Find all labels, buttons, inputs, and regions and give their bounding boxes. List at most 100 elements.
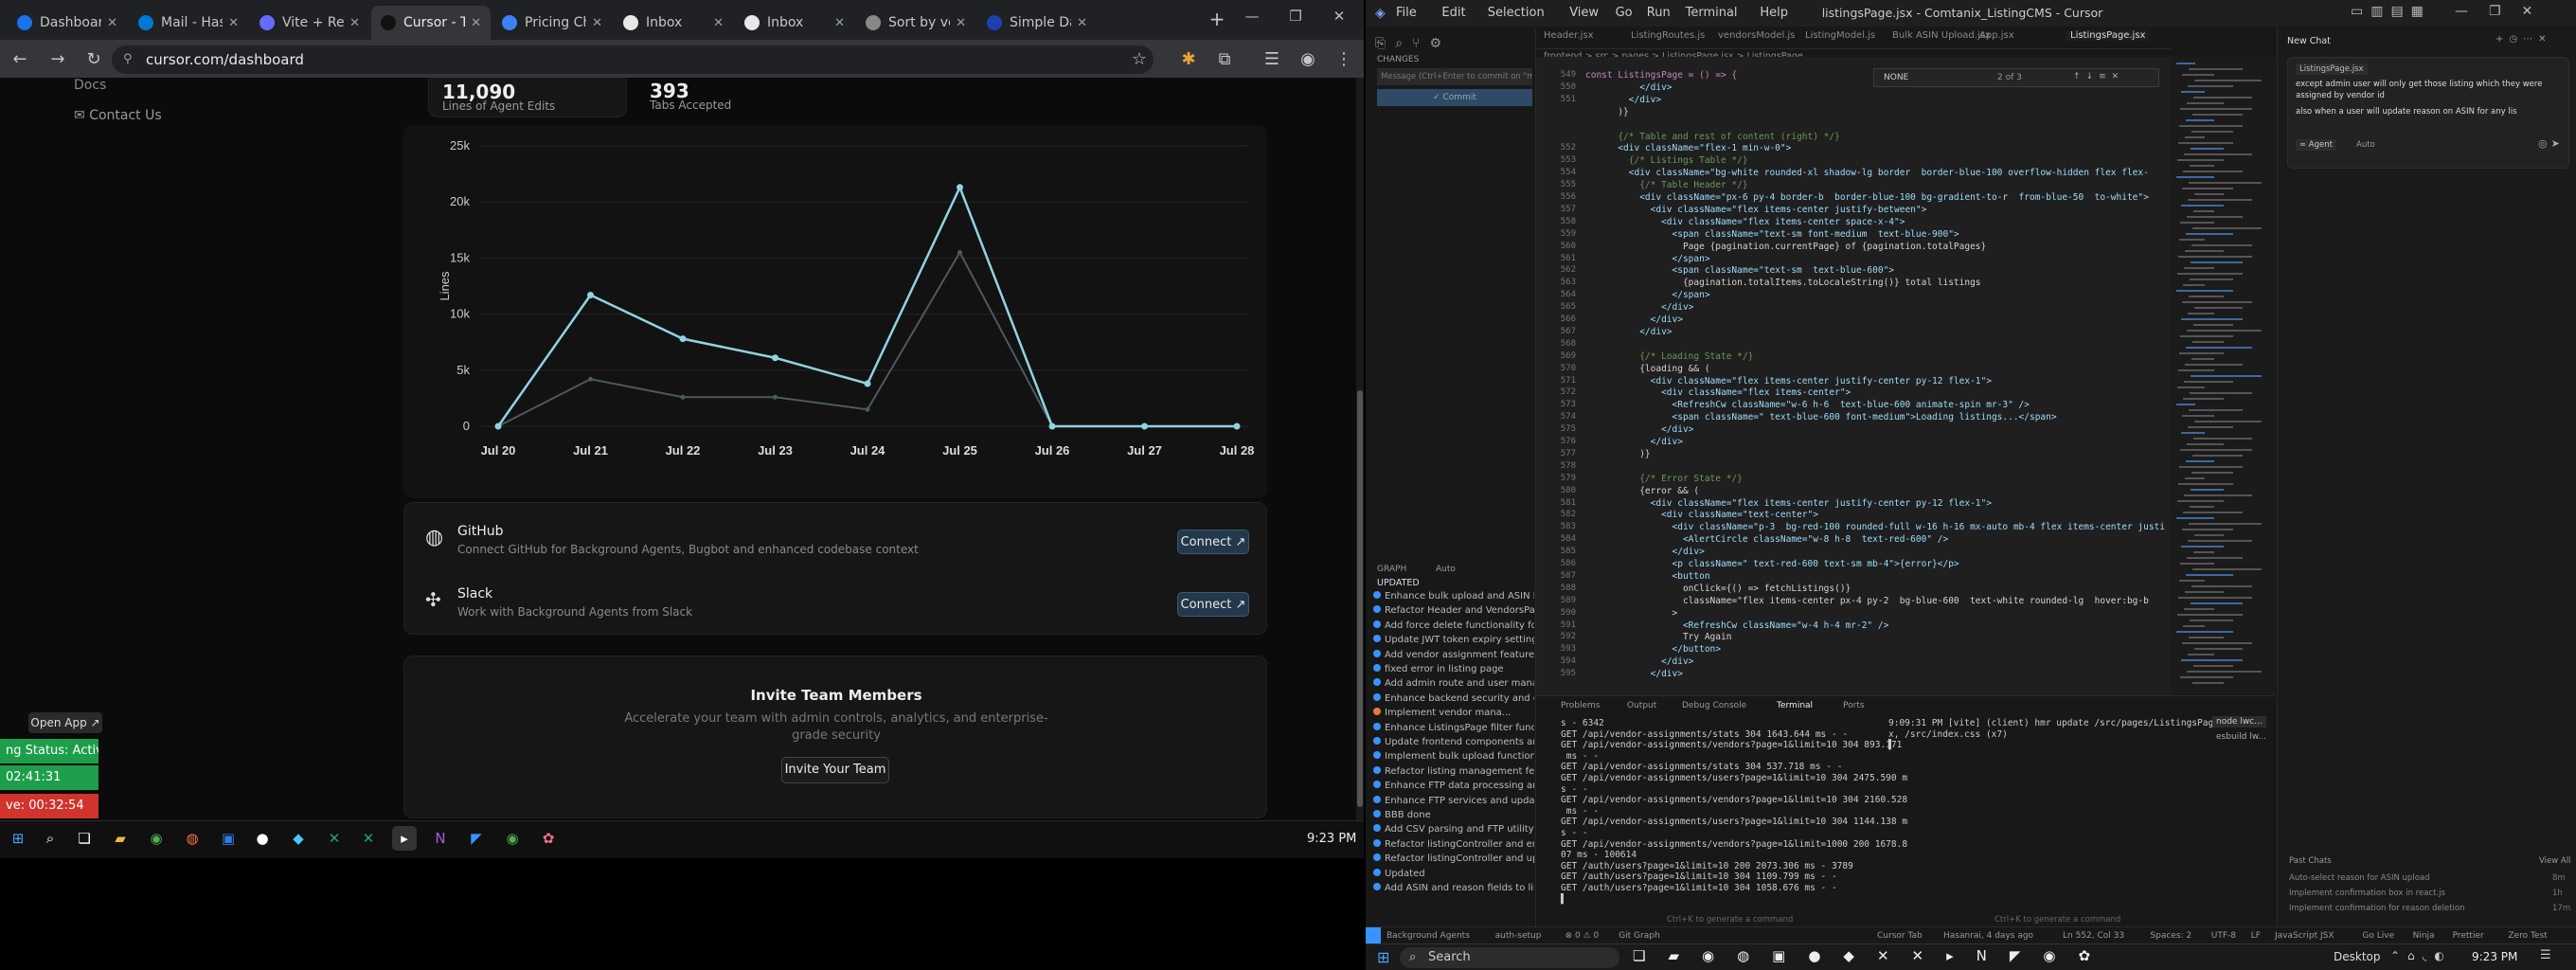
data-point[interactable] (494, 422, 502, 430)
status-item[interactable]: Git Graph (1619, 931, 1659, 941)
status-item[interactable]: JavaScript JSX (2275, 931, 2334, 941)
panel-tab-output[interactable]: Output (1627, 701, 1656, 710)
data-point[interactable] (772, 354, 778, 362)
status-item[interactable]: Go Live (2362, 931, 2394, 941)
terminal-list-item[interactable]: node lwc... (2212, 716, 2266, 728)
site-info-icon[interactable]: ⚲ (123, 52, 133, 66)
commit-item[interactable]: Implement vendor mana... (1373, 708, 1534, 722)
commit-item[interactable]: Refactor Header and VendorsPage com... (1373, 605, 1534, 620)
menu-go[interactable]: Go (1616, 6, 1633, 20)
commit-item[interactable]: Enhance FTP services and update distri..… (1373, 795, 1534, 810)
task-view-icon[interactable]: ❏ (72, 826, 97, 851)
commit-item[interactable]: Add admin route and user managemen... (1373, 678, 1534, 692)
menu-selection[interactable]: Selection (1488, 6, 1545, 20)
back-icon[interactable]: ← (8, 47, 32, 72)
tab-close-icon[interactable]: ✕ (471, 16, 481, 30)
tab-close-icon[interactable]: ✕ (713, 16, 724, 30)
data-point[interactable] (957, 184, 963, 191)
onenote-icon[interactable]: N (428, 826, 453, 851)
browser-tab[interactable]: Sort by ven ✕ (856, 6, 975, 40)
windows-start-icon[interactable]: ⊞ (1377, 948, 1389, 966)
excel-icon[interactable]: ✕ (322, 826, 347, 851)
chat-actions[interactable]: +◷⋯✕ (2496, 34, 2551, 45)
menu-file[interactable]: File (1396, 6, 1417, 20)
commit-item[interactable]: Update JWT token expiry settings: Cha... (1373, 635, 1534, 649)
browser-tab[interactable]: Pricing Cha ✕ (492, 6, 612, 40)
model-select[interactable]: Auto (2356, 140, 2375, 150)
commit-item[interactable]: Refactor listingController and update F.… (1373, 853, 1534, 868)
data-point[interactable] (864, 380, 871, 387)
data-point[interactable] (680, 394, 686, 400)
status-item[interactable]: Hasanrai, 4 days ago (1943, 931, 2033, 941)
status-item[interactable]: Ln 552, Col 33 (2063, 931, 2124, 941)
send-icons[interactable]: ◎➤ (2538, 137, 2564, 150)
browser-tab[interactable]: Mail - Hasi ✕ (129, 6, 248, 40)
panel-tab-debug-console[interactable]: Debug Console (1682, 701, 1746, 710)
commit-item[interactable]: Add vendor assignment features: Introd..… (1373, 649, 1534, 664)
status-item[interactable]: Spaces: 2 (2150, 931, 2191, 941)
editor-tab[interactable]: App.jsx (1979, 30, 2014, 41)
reload-icon[interactable]: ↻ (81, 47, 106, 72)
firefox-icon[interactable]: ◍ (180, 826, 205, 851)
chrome-icon[interactable]: ◉ (500, 826, 525, 851)
data-point[interactable] (957, 249, 962, 255)
tray-icons[interactable]: ⌃⌂◟◐ (2390, 949, 2452, 962)
pinned-apps[interactable]: ❏▰◉◍▣●◆✕✕▸N◤◉✿ (1633, 947, 2113, 964)
commit-item[interactable]: Add ASIN and reason fields to listing m.… (1373, 883, 1534, 897)
tab-close-icon[interactable]: ✕ (834, 16, 845, 30)
data-point[interactable] (588, 376, 593, 382)
tab-search-icon[interactable]: ☰ (1260, 47, 1284, 72)
browser-tab[interactable]: Dashboard ✕ (8, 6, 127, 40)
menu-run[interactable]: Run (1647, 6, 1671, 20)
past-chat-title[interactable]: Implement confirmation box in react.js (2289, 889, 2445, 898)
teams-icon[interactable]: ▣ (216, 826, 241, 851)
minimize-icon[interactable]: — (1231, 8, 1273, 30)
new-tab-button[interactable]: + (1205, 8, 1229, 32)
commit-item[interactable]: Add force delete functionality for reaso… (1373, 620, 1534, 635)
tab-close-icon[interactable]: ✕ (592, 16, 602, 30)
commit-message-input[interactable]: Message (Ctrl+Enter to commit on "main") (1377, 68, 1532, 85)
close-window-icon[interactable]: ✕ (1318, 8, 1360, 30)
past-chat-title[interactable]: Auto-select reason for ASIN upload (2289, 873, 2430, 883)
bookmark-star-icon[interactable]: ☆ (1127, 47, 1152, 72)
maximize-icon[interactable]: ❐ (1275, 8, 1316, 30)
app-icon[interactable]: ● (250, 826, 275, 851)
slack-connect-button[interactable]: Connect ↗ (1177, 592, 1249, 617)
desktop-label[interactable]: Desktop (2334, 950, 2381, 963)
data-point[interactable] (865, 406, 870, 412)
find-query[interactable]: NONE (1884, 73, 1908, 82)
agent-mode-select[interactable]: ∞ Agent (2296, 139, 2336, 151)
search-icon[interactable]: ⌕ (38, 826, 63, 851)
editor-tab[interactable]: Header.jsx (1544, 30, 1594, 41)
activity-icons[interactable]: ⎘⌕⑂⚙ (1375, 36, 1451, 51)
commit-item[interactable]: Update frontend components and confi... (1373, 737, 1534, 751)
invite-team-button[interactable]: Invite Your Team (781, 757, 889, 783)
editor-tab[interactable]: ListingModel.js (1805, 30, 1875, 41)
commit-item[interactable]: Add CSV parsing and FTP utility: Introd.… (1373, 824, 1534, 838)
taskbar-search[interactable]: ⌕ Search (1400, 947, 1619, 968)
status-item[interactable]: Cursor Tab (1877, 931, 1923, 941)
file-explorer-icon[interactable]: ▰ (108, 826, 133, 851)
data-point[interactable] (1141, 422, 1148, 430)
past-chat-title[interactable]: Implement confirmation for reason deleti… (2289, 904, 2465, 913)
data-point[interactable] (1048, 422, 1056, 430)
data-point[interactable] (1233, 422, 1241, 430)
layout-toggle-icons[interactable]: ▭▥▤▦ (2351, 4, 2431, 19)
contact-link[interactable]: ✉ Contact Us (74, 108, 162, 123)
open-app-button[interactable]: Open App ↗ (28, 712, 102, 733)
find-nav-icons[interactable]: ↑↓≡✕ (2073, 72, 2124, 81)
excel-icon[interactable]: ✕ (356, 826, 381, 851)
github-connect-button[interactable]: Connect ↗ (1177, 530, 1249, 554)
remote-indicator[interactable] (1366, 927, 1381, 944)
data-point[interactable] (773, 394, 778, 400)
menu-dots-icon[interactable]: ⋮ (1332, 47, 1356, 72)
chrome-icon[interactable]: ◉ (144, 826, 169, 851)
scrollbar-thumb[interactable] (1357, 390, 1363, 807)
editor-tab[interactable]: vendorsModel.js (1718, 30, 1795, 41)
panel-tab-terminal[interactable]: Terminal (1777, 701, 1813, 710)
tab-close-icon[interactable]: ✕ (956, 16, 966, 30)
commit-item[interactable]: Enhance FTP data processing and upda... (1373, 781, 1534, 795)
window-controls[interactable]: —❐✕ (2455, 4, 2553, 19)
view-all-link[interactable]: View All (2539, 856, 2570, 866)
chat-input[interactable]: ListingsPage.jsx except admin user will … (2287, 57, 2569, 169)
